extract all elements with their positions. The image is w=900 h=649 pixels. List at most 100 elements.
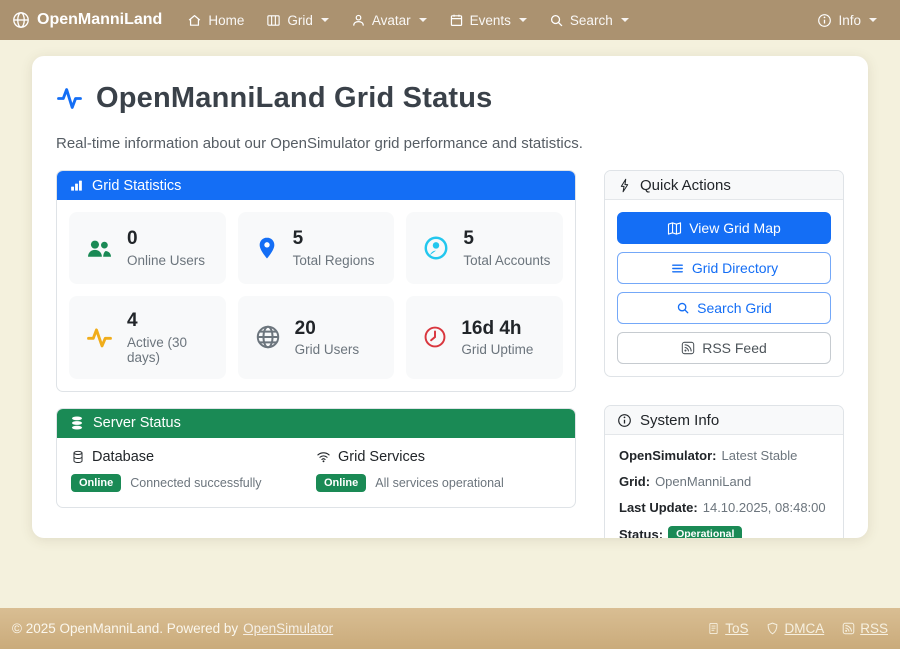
main-card: OpenManniLand Grid Status Real-time info… [32,56,868,538]
button-label: Search Grid [697,300,772,316]
stat-label: Online Users [127,253,205,268]
stat-total-accounts: 5 Total Accounts [406,212,563,284]
columns-icon [266,13,281,28]
footer-links: ToS DMCA RSS [707,621,888,636]
button-label: View Grid Map [689,220,781,236]
stat-label: Total Regions [293,253,375,268]
page-subtitle: Real-time information about our OpenSimu… [56,135,844,152]
rss-link[interactable]: RSS [842,621,888,636]
service-description: Connected successfully [130,476,261,490]
nav-item-avatar[interactable]: Avatar [340,7,438,34]
service-name: Database [92,449,154,465]
file-text-icon [707,622,720,635]
stat-grid-uptime: 16d 4h Grid Uptime [406,296,563,379]
brand-home-link[interactable]: OpenManniLand [12,11,162,29]
quick-actions-header: Quick Actions [605,171,843,200]
wifi-icon [316,449,331,464]
server-status-panel: Server Status Database Online [56,408,576,508]
footer-link-label: RSS [860,621,888,636]
stat-label: Grid Uptime [461,342,533,357]
info-row-grid: Grid: OpenManniLand [619,474,829,489]
nav-label: Info [838,13,861,28]
info-label: Last Update: [619,500,698,515]
info-row-opensimulator: OpenSimulator: Latest Stable [619,448,829,463]
stat-value: 5 [293,228,375,251]
chevron-down-icon [321,18,329,22]
stat-value: 16d 4h [461,318,533,341]
right-column: Quick Actions View Grid Map [604,170,844,538]
left-column: Grid Statistics 0 Online Users [56,170,576,538]
rss-icon [681,341,695,355]
nav-item-grid[interactable]: Grid [255,7,340,34]
opensimulator-link[interactable]: OpenSimulator [243,621,333,636]
navbar-right: Info [806,7,888,34]
activity-icon [56,85,83,112]
system-info-body: OpenSimulator: Latest Stable Grid: OpenM… [605,435,843,538]
nav-label: Events [470,13,511,28]
operational-badge: Operational [668,526,742,538]
panel-title: System Info [640,412,719,429]
status-badge: Online [316,474,366,492]
info-value: OpenManniLand [655,474,751,489]
clock-icon [423,325,447,349]
stat-total-regions: 5 Total Regions [238,212,395,284]
stats-grid: 0 Online Users 5 Total Regions [57,200,575,391]
stat-grid-users: 20 Grid Users [238,296,395,379]
status-badge: Online [71,474,121,492]
grid-statistics-header: Grid Statistics [57,171,575,200]
system-info-header: System Info [605,406,843,435]
info-label: OpenSimulator: [619,448,717,463]
system-info-panel: System Info OpenSimulator: Latest Stable… [604,405,844,538]
search-grid-button[interactable]: Search Grid [617,292,831,324]
grid-statistics-panel: Grid Statistics 0 Online Users [56,170,576,392]
info-label: Grid: [619,474,650,489]
grid-directory-button[interactable]: Grid Directory [617,252,831,284]
stat-online-users: 0 Online Users [69,212,226,284]
button-label: Grid Directory [692,260,778,276]
globe-brand-icon [12,11,30,29]
service-name: Grid Services [338,449,425,465]
person-icon [351,13,366,28]
map-icon [667,221,682,236]
rss-feed-button[interactable]: RSS Feed [617,332,831,364]
geo-pin-icon [255,236,279,260]
page-title-row: OpenManniLand Grid Status [56,82,844,115]
stat-label: Total Accounts [463,253,550,268]
tos-link[interactable]: ToS [707,621,748,636]
chevron-down-icon [519,18,527,22]
services-grid: Database Online Connected successfully [57,438,575,507]
panel-title: Server Status [93,415,181,431]
button-label: RSS Feed [702,340,767,356]
server-status-header: Server Status [57,409,575,438]
copyright-text: © 2025 OpenManniLand. Powered by [12,621,238,636]
bar-chart-icon [69,178,84,193]
stat-label: Grid Users [295,342,360,357]
footer-link-label: ToS [725,621,748,636]
service-description: All services operational [375,476,504,490]
nav-item-info[interactable]: Info [806,7,888,34]
top-navbar: OpenManniLand Home Grid Avatar [0,0,900,40]
info-value: 14.10.2025, 08:48:00 [703,500,826,515]
page-footer: © 2025 OpenManniLand. Powered by OpenSim… [0,608,900,649]
list-icon [670,261,685,276]
globe-icon [255,324,281,350]
nav-item-search[interactable]: Search [538,7,640,34]
dmca-link[interactable]: DMCA [766,621,824,636]
nav-item-events[interactable]: Events [438,7,538,34]
nav-label: Grid [287,13,313,28]
footer-link-label: DMCA [784,621,824,636]
view-grid-map-button[interactable]: View Grid Map [617,212,831,244]
nav-item-home[interactable]: Home [176,7,255,34]
info-row-last-update: Last Update: 14.10.2025, 08:48:00 [619,500,829,515]
info-value: Latest Stable [722,448,798,463]
panel-title: Quick Actions [640,177,731,194]
quick-actions-body: View Grid Map Grid Directory [605,200,843,376]
info-circle-icon [817,13,832,28]
people-icon [86,235,113,262]
chevron-down-icon [621,18,629,22]
stat-label: Active (30 days) [127,335,214,365]
search-icon [549,13,564,28]
stat-value: 4 [127,310,214,333]
page-body: OpenManniLand Grid Status Real-time info… [0,40,900,608]
service-database: Database Online Connected successfully [71,449,316,492]
